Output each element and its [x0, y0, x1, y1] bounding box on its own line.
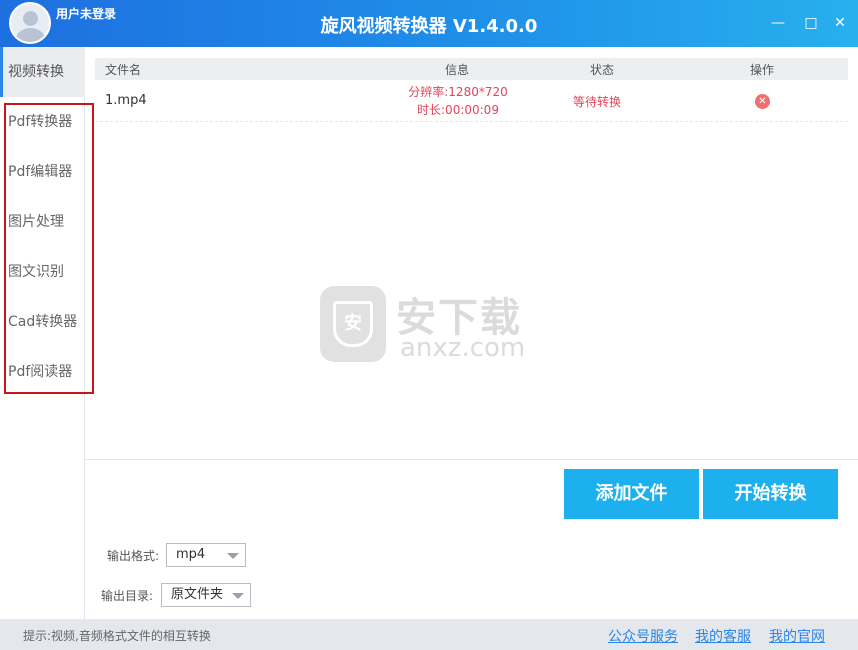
column-header-action: 操作: [750, 63, 775, 77]
output-dir-value: 原文件夹: [171, 587, 224, 602]
status-bar: 提示:视频,音频格式文件的相互转换 公众号服务 我的客服 我的官网: [0, 619, 858, 650]
column-header-info: 信息: [445, 63, 470, 77]
sidebar-item-image-processing[interactable]: 图片处理: [0, 197, 85, 247]
watermark-url: anxz.com: [400, 333, 526, 363]
file-table-header: 文件名 信息 状态 操作: [95, 58, 848, 80]
status-hint: 提示:视频,音频格式文件的相互转换: [23, 629, 211, 643]
file-status: 等待转换: [573, 95, 622, 109]
add-file-button[interactable]: 添加文件: [564, 469, 699, 519]
file-resolution: 分辨率:1280*720: [408, 85, 508, 99]
title-bar: 用户未登录 旋风视频转换器 V1.4.0.0 — □ ✕: [0, 0, 858, 47]
chevron-down-icon: [232, 593, 244, 599]
file-name: 1.mp4: [105, 93, 147, 108]
shield-icon: 安: [320, 286, 386, 362]
minimize-button[interactable]: —: [769, 14, 787, 32]
sidebar-item-ocr[interactable]: 图文识别: [0, 247, 85, 297]
close-button[interactable]: ✕: [831, 14, 849, 32]
sidebar-item-video-convert[interactable]: 视频转换: [0, 47, 85, 97]
link-customer-service[interactable]: 我的客服: [695, 626, 751, 646]
file-duration: 时长:00:00:09: [417, 103, 499, 117]
output-format-label: 输出格式:: [107, 549, 160, 563]
sidebar-item-pdf-editor[interactable]: Pdf编辑器: [0, 147, 85, 197]
output-dir-select[interactable]: 原文件夹: [161, 583, 251, 607]
output-format-select[interactable]: mp4: [166, 543, 246, 567]
sidebar: 视频转换 Pdf转换器 Pdf编辑器 图片处理 图文识别 Cad转换器 Pdf阅…: [0, 47, 85, 619]
sidebar-item-pdf-reader[interactable]: Pdf阅读器: [0, 347, 85, 397]
delete-icon[interactable]: ✕: [755, 94, 770, 109]
start-convert-button[interactable]: 开始转换: [703, 469, 838, 519]
sidebar-item-pdf-converter[interactable]: Pdf转换器: [0, 97, 85, 147]
output-dir-label: 输出目录:: [101, 589, 154, 603]
file-info: 分辨率:1280*720 时长:00:00:09: [395, 83, 521, 119]
output-format-value: mp4: [176, 547, 206, 562]
link-wechat-service[interactable]: 公众号服务: [608, 626, 678, 646]
link-official-site[interactable]: 我的官网: [769, 626, 825, 646]
maximize-button[interactable]: □: [802, 14, 820, 32]
column-header-filename: 文件名: [105, 63, 142, 77]
app-title: 旋风视频转换器 V1.4.0.0: [320, 16, 538, 37]
column-header-status: 状态: [590, 63, 615, 77]
sidebar-item-cad-converter[interactable]: Cad转换器: [0, 297, 85, 347]
table-row[interactable]: 1.mp4 分辨率:1280*720 时长:00:00:09 等待转换 ✕: [95, 80, 848, 122]
chevron-down-icon: [227, 553, 239, 559]
divider: [85, 459, 858, 460]
watermark-logo: 安 安下载 anxz.com: [320, 283, 540, 363]
